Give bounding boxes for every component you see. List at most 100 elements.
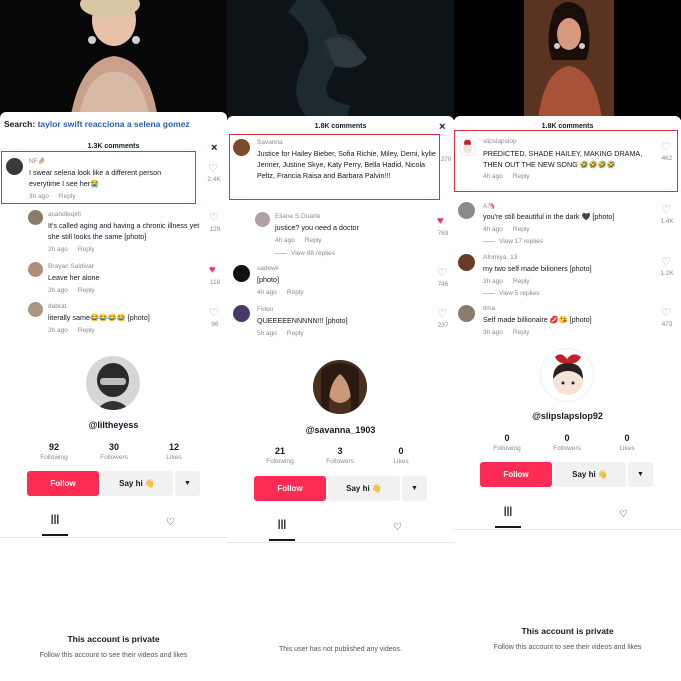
- comment-username[interactable]: sadewii: [257, 265, 279, 272]
- chevron-down-icon[interactable]: ▼: [402, 476, 427, 501]
- reply-button[interactable]: Reply: [78, 327, 95, 334]
- profile-handle: @slipslapslop92: [532, 411, 603, 421]
- say-hi-button[interactable]: Say hi 👋: [328, 476, 400, 501]
- comment-username[interactable]: slipslapslop: [483, 138, 517, 145]
- reply-button[interactable]: Reply: [513, 226, 530, 233]
- comment-time: 3h ago: [483, 278, 503, 285]
- follow-button[interactable]: Follow: [254, 476, 326, 501]
- say-hi-button[interactable]: Say hi 👋: [101, 471, 173, 496]
- liked-videos-icon[interactable]: ♡: [393, 522, 402, 533]
- like-count: 473: [661, 321, 673, 328]
- view-replies-link[interactable]: View 88 replies: [275, 250, 335, 257]
- reply-button[interactable]: Reply: [78, 287, 95, 294]
- heart-icon[interactable]: ♡: [661, 257, 671, 268]
- heart-icon[interactable]: ♡: [437, 309, 447, 320]
- comment-meta: 3h ago Reply: [483, 329, 530, 336]
- heart-icon[interactable]: ♡: [661, 205, 671, 216]
- reply-button[interactable]: Reply: [513, 173, 530, 180]
- comment-username[interactable]: A🦄: [483, 202, 495, 210]
- comment-username[interactable]: dabrat: [48, 303, 66, 310]
- comment-username[interactable]: Savanna: [257, 139, 283, 146]
- comment-text: my two self made bilioners [photo]: [483, 264, 592, 273]
- view-replies-link[interactable]: View 17 replies: [483, 238, 543, 245]
- comment-time: 3h ago: [483, 329, 503, 336]
- heart-icon[interactable]: ♡: [208, 164, 218, 175]
- comment-username[interactable]: Brayan Saldivar: [48, 263, 94, 270]
- profile-handle: @liltheyess: [88, 420, 139, 430]
- heart-icon[interactable]: ♡: [661, 142, 671, 153]
- profile-avatar[interactable]: [540, 348, 594, 402]
- stat-following[interactable]: 0 Following: [482, 433, 532, 452]
- screenshot-panel-2: 1.8K comments × Savanna Justice for Hail…: [227, 0, 454, 681]
- profile-avatar[interactable]: [86, 356, 140, 410]
- search-bar[interactable]: Search: taylor swift reacciona a selena …: [4, 119, 190, 129]
- comment-avatar[interactable]: [233, 305, 250, 322]
- stat-likes[interactable]: 12 Likes: [149, 442, 199, 461]
- comment-avatar[interactable]: [28, 210, 43, 225]
- liked-videos-icon[interactable]: ♡: [166, 517, 175, 528]
- comment-text: QUEEEEENNNNN!!! [photo]: [257, 316, 348, 325]
- comment-avatar[interactable]: [233, 139, 250, 156]
- comment-avatar[interactable]: [459, 139, 476, 156]
- heart-icon[interactable]: ♡: [209, 308, 219, 319]
- stat-label: Likes: [166, 454, 182, 461]
- reply-button[interactable]: Reply: [287, 289, 304, 296]
- comment-username[interactable]: acandleqirll: [48, 211, 81, 218]
- stat-followers[interactable]: 0 Followers: [542, 433, 592, 452]
- reply-button[interactable]: Reply: [513, 278, 530, 285]
- profile-avatar[interactable]: [313, 360, 367, 414]
- heart-icon[interactable]: ♡: [437, 268, 447, 279]
- stat-label: Likes: [619, 445, 635, 452]
- reply-button[interactable]: Reply: [305, 237, 322, 244]
- comment-avatar[interactable]: [28, 262, 43, 277]
- search-query[interactable]: taylor swift reacciona a selena gomez: [38, 119, 190, 129]
- stat-following[interactable]: 21 Following: [255, 446, 305, 465]
- stat-following[interactable]: 92 Following: [29, 442, 79, 461]
- heart-filled-icon[interactable]: ♥: [437, 216, 444, 227]
- chevron-down-icon[interactable]: ▼: [628, 462, 653, 487]
- liked-videos-icon[interactable]: ♡: [619, 509, 628, 520]
- stat-likes[interactable]: 0 Likes: [376, 446, 426, 465]
- heart-icon[interactable]: ♡: [661, 308, 671, 319]
- comment-username[interactable]: Afomiya. 13: [483, 254, 517, 261]
- comment-username[interactable]: NF🤌🏼: [29, 157, 46, 165]
- comment-avatar[interactable]: [28, 302, 43, 317]
- comment-username[interactable]: tima: [483, 305, 495, 312]
- tab-divider: [227, 542, 454, 543]
- reply-button[interactable]: Reply: [513, 329, 530, 336]
- stat-followers[interactable]: 3 Followers: [315, 446, 365, 465]
- comment-avatar[interactable]: [458, 305, 475, 322]
- stat-followers[interactable]: 30 Followers: [89, 442, 139, 461]
- stat-likes[interactable]: 0 Likes: [602, 433, 652, 452]
- comment-meta: 4h ago Reply: [257, 289, 304, 296]
- chevron-down-icon[interactable]: ▼: [175, 471, 200, 496]
- comment-avatar[interactable]: [255, 212, 270, 227]
- say-hi-button[interactable]: Say hi 👋: [554, 462, 626, 487]
- follow-button[interactable]: Follow: [480, 462, 552, 487]
- comment-meta: 5h ago Reply: [257, 330, 304, 337]
- reply-button[interactable]: Reply: [287, 330, 304, 337]
- video-frame-image: [227, 0, 454, 120]
- comment-avatar[interactable]: [6, 158, 23, 175]
- grid-icon[interactable]: |||: [495, 506, 521, 528]
- grid-icon[interactable]: |||: [42, 514, 68, 536]
- comment-username[interactable]: Fideo: [257, 306, 273, 313]
- close-icon[interactable]: ×: [439, 121, 445, 133]
- video-thumbnail[interactable]: [0, 0, 227, 120]
- video-thumbnail[interactable]: [227, 0, 454, 120]
- follow-button[interactable]: Follow: [27, 471, 99, 496]
- reply-button[interactable]: Reply: [78, 246, 95, 253]
- video-thumbnail[interactable]: [454, 0, 681, 120]
- comment-username[interactable]: Eliane.S.Duarte: [275, 213, 321, 220]
- close-icon[interactable]: ×: [211, 142, 217, 154]
- heart-filled-icon[interactable]: ♥: [209, 265, 216, 276]
- comment-avatar[interactable]: [458, 254, 475, 271]
- reply-button[interactable]: Reply: [59, 193, 76, 200]
- comment-text: Justice for Hailey Bieber, Sofia Richie,…: [257, 149, 436, 180]
- view-replies-link[interactable]: View 5 replies: [483, 290, 539, 297]
- heart-icon[interactable]: ♡: [209, 213, 219, 224]
- comment-avatar[interactable]: [458, 202, 475, 219]
- like-count: 237: [437, 322, 449, 329]
- grid-icon[interactable]: |||: [269, 519, 295, 541]
- comment-avatar[interactable]: [233, 265, 250, 282]
